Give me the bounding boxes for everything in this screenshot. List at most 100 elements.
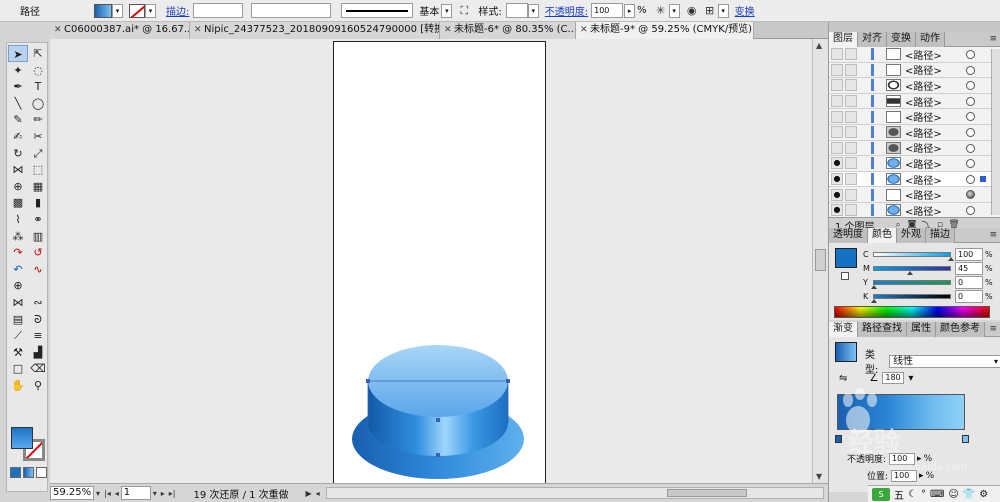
tab-transform[interactable]: 变换 <box>887 31 916 47</box>
lock-toggle[interactable] <box>845 157 857 170</box>
magic-wand-tool-icon[interactable]: ✦ <box>8 62 28 79</box>
layer-name[interactable]: <路径> <box>905 187 942 202</box>
color-mode-button[interactable] <box>10 467 21 478</box>
layer-name[interactable]: <路径> <box>905 62 942 77</box>
visibility-eye-icon[interactable] <box>831 110 843 123</box>
close-icon[interactable]: ✕ <box>580 22 590 38</box>
stroke-weight-field[interactable] <box>193 3 244 18</box>
visibility-eye-icon[interactable] <box>831 126 843 139</box>
out-of-gamut-icon[interactable] <box>841 272 849 280</box>
black-slider[interactable] <box>871 294 951 303</box>
layer-name[interactable]: <路径> <box>905 203 942 218</box>
hscroll-thumb[interactable] <box>666 489 747 497</box>
pencil-tool-icon[interactable]: ✏ <box>28 111 48 128</box>
warp-tool-icon[interactable]: ∾ <box>28 294 48 311</box>
globe-icon[interactable]: ◉ <box>684 3 700 19</box>
ime-logo[interactable]: S <box>872 487 890 501</box>
symbol-sprayer-tool-icon[interactable]: ⁂ <box>8 228 28 245</box>
target-circle-icon[interactable] <box>966 127 975 137</box>
punctuation-icon[interactable]: ° <box>921 489 926 500</box>
panel-menu-icon[interactable]: ≡ <box>989 322 997 336</box>
canvas-area[interactable] <box>50 39 812 483</box>
stroke-profile-dropdown[interactable]: ▾ <box>441 3 453 18</box>
layer-name[interactable]: <路径> <box>905 78 942 93</box>
lasso-tool-icon[interactable]: ◌ <box>28 62 48 79</box>
stroke-dropdown[interactable]: ▾ <box>145 3 156 18</box>
layer-row[interactable]: ● <路径> <box>829 187 1000 203</box>
visibility-eye-icon[interactable]: ● <box>831 157 843 170</box>
lock-toggle[interactable] <box>845 63 857 76</box>
tab-actions[interactable]: 动作 <box>916 31 945 47</box>
tab-document-4[interactable]: ✕ 未标题-9* @ 59.25% (CMYK/预览) <box>576 22 754 39</box>
recolor-dropdown[interactable]: ▾ <box>668 3 680 18</box>
layer-name[interactable]: <路径> <box>905 156 942 171</box>
zoom-tool-icon[interactable]: ⚲ <box>28 377 48 394</box>
column-graph-tool-icon[interactable]: ▥ <box>28 228 48 245</box>
tab-color[interactable]: 颜色 <box>868 227 897 243</box>
next-page-icon[interactable]: ▸ <box>159 489 167 498</box>
curve-red-tool-icon[interactable]: ↷ <box>8 244 28 261</box>
recolor-icon[interactable]: ✳ <box>653 3 669 19</box>
tools-icon[interactable]: ⚙ <box>979 489 988 500</box>
yellow-value-field[interactable]: 0 <box>955 276 983 289</box>
eyedropper-tool-icon[interactable]: ⌇ <box>8 211 28 228</box>
tab-stroke[interactable]: 描边 <box>926 227 955 243</box>
tab-appearance[interactable]: 外观 <box>897 227 926 243</box>
artboard[interactable] <box>333 41 546 483</box>
color-spectrum[interactable] <box>834 306 990 318</box>
reverse-gradient-icon[interactable]: ⇋ <box>839 373 847 384</box>
scroll-down-icon[interactable]: ▼ <box>816 472 822 481</box>
layer-row[interactable]: <路径> <box>829 141 1000 157</box>
user-icon[interactable]: ☺ <box>948 489 958 500</box>
visibility-eye-icon[interactable] <box>831 63 843 76</box>
layer-row[interactable]: <路径> <box>829 109 1000 125</box>
lock-toggle[interactable] <box>845 95 857 108</box>
visibility-eye-icon[interactable] <box>831 48 843 61</box>
lock-toggle[interactable] <box>845 110 857 123</box>
visibility-eye-icon[interactable]: ● <box>831 173 843 186</box>
polyline-tool-icon[interactable]: ⟋ <box>8 327 28 344</box>
tab-attributes[interactable]: 属性 <box>907 321 936 337</box>
target-circle-icon[interactable] <box>966 112 975 122</box>
layer-row[interactable]: <路径> <box>829 63 1000 79</box>
close-icon[interactable]: ✕ <box>194 22 204 38</box>
layers-scrollbar[interactable] <box>991 49 1000 215</box>
yellow-slider[interactable] <box>871 280 951 289</box>
blob-brush-tool-icon[interactable]: ✍ <box>8 128 28 145</box>
brush-options-icon[interactable]: ⛶ <box>456 3 472 19</box>
target-circle-icon[interactable] <box>966 174 975 184</box>
target-circle-icon[interactable] <box>966 205 975 215</box>
gradient-type-select[interactable]: 线性 <box>889 354 1000 368</box>
target-circle-icon[interactable] <box>966 50 975 59</box>
scroll-thumb[interactable] <box>815 249 826 271</box>
moon-icon[interactable]: ☾ <box>908 489 917 500</box>
shape-builder-tool-icon[interactable]: ⊕ <box>8 178 28 195</box>
mesh-tool-icon[interactable]: ▩ <box>8 194 28 211</box>
ime-mode[interactable]: 五 <box>894 487 904 502</box>
tab-document-3[interactable]: ✕ 未标题-6* @ 80.35% (C... <box>440 22 576 39</box>
stroke-profile-preview[interactable] <box>341 3 414 18</box>
lock-toggle[interactable] <box>845 126 857 139</box>
wave-tool-icon[interactable]: ∿ <box>28 261 48 278</box>
visibility-eye-icon[interactable] <box>831 141 843 154</box>
hscroll-left-icon[interactable]: ◂ <box>314 489 322 498</box>
pen-tool-icon[interactable]: ✒ <box>8 78 28 95</box>
list-tool-icon[interactable]: ≡ <box>28 327 48 344</box>
zoom-field[interactable]: 59.25% <box>50 486 94 500</box>
cyan-slider[interactable] <box>873 252 954 261</box>
knife-tool-icon[interactable]: ⚒ <box>8 344 28 361</box>
selection-tool-icon[interactable]: ➤ <box>8 45 28 62</box>
visibility-eye-icon[interactable]: ● <box>831 188 843 201</box>
close-icon[interactable]: ✕ <box>444 22 454 38</box>
current-color-swatch[interactable] <box>835 248 857 268</box>
hand-tool-icon[interactable]: ✋ <box>8 377 28 394</box>
tab-align[interactable]: 对齐 <box>858 31 887 47</box>
angle-dropdown-icon[interactable]: ▾ <box>908 373 913 384</box>
envelope-tool-icon[interactable]: ⋈ <box>8 294 28 311</box>
target-circle-icon[interactable] <box>966 159 975 169</box>
arc-red-tool-icon[interactable]: ↺ <box>28 244 48 261</box>
keyboard-icon[interactable]: ⌨ <box>930 489 944 500</box>
skin-icon[interactable]: 👕 <box>963 489 975 500</box>
opacity-link[interactable]: 不透明度: <box>545 3 588 18</box>
curve-blue-tool-icon[interactable]: ↶ <box>8 261 28 278</box>
